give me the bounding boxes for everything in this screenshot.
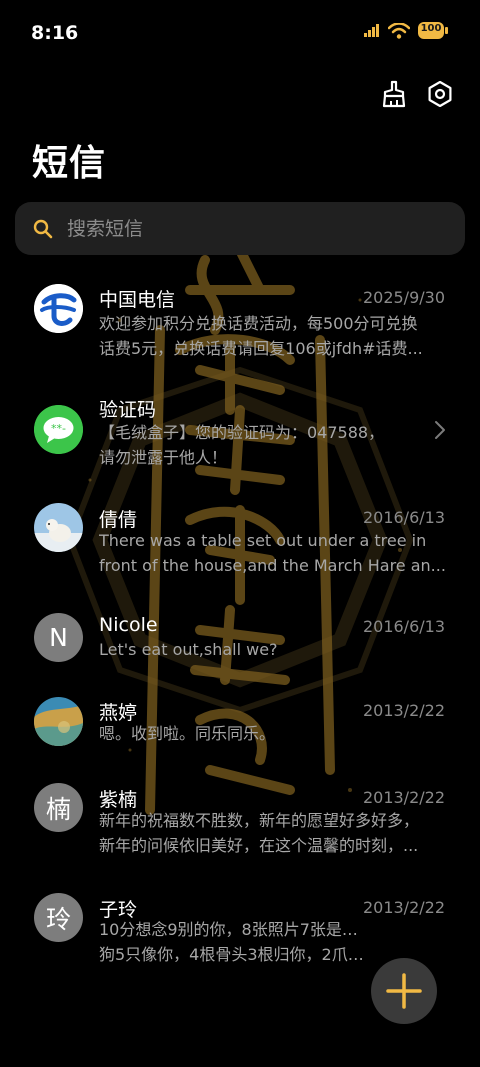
preview-line: 话费5元，兑换话费请回复106或jfdh#话费... (99, 339, 423, 358)
svg-text:**-: **- (51, 422, 66, 435)
preview-line: Let's eat out,shall we? (99, 640, 278, 659)
conversation-name: 验证码 (99, 399, 157, 421)
conversation-name: 中国电信 (99, 289, 176, 311)
conversation-item[interactable]: N Nicole 2016/6/13 Let's eat out,shall w… (0, 612, 480, 682)
gear-icon (428, 81, 452, 107)
landscape-photo (34, 697, 83, 746)
conversation-preview: Let's eat out,shall we? (99, 637, 446, 662)
conversation-date: 2016/6/13 (362, 508, 445, 527)
status-bar: 8:16 100 (0, 0, 480, 66)
search-input[interactable] (65, 216, 429, 241)
conversation-preview: 新年的祝福数不胜数，新年的愿望好多好多， 新年的问候依旧美好，在这个温馨的时刻，… (99, 808, 446, 858)
preview-line: 狗5只像你，4根骨头3根归你，2爪着地1定... (99, 945, 371, 964)
conversation-date: 2013/2/22 (362, 788, 445, 807)
conversation-preview: 【毛绒盒子】您的验证码为：047588， 请勿泄露于他人！ (99, 420, 446, 470)
clean-button[interactable] (380, 80, 408, 108)
conversation-preview: 10分想念9别的你，8张照片7张是你，6只小 狗5只像你，4根骨头3根归你，2爪… (99, 917, 371, 967)
conversation-date: 2025/9/30 (362, 288, 445, 307)
conversation-item[interactable]: 燕婷 2013/2/22 嗯。收到啦。同乐同乐。 (0, 696, 480, 766)
preview-line: 嗯。收到啦。同乐同乐。 (99, 724, 276, 743)
signal-icon (364, 24, 379, 37)
status-time: 8:16 (31, 22, 79, 44)
battery-icon: 100 (418, 22, 448, 39)
avatar: N (34, 613, 83, 662)
preview-line: front of the house,and the March Hare an… (99, 556, 446, 575)
conversation-date: 2013/2/22 (362, 898, 445, 917)
compose-button[interactable] (371, 958, 437, 1024)
conversation-date: 2013/2/22 (362, 701, 445, 720)
china-telecom-logo (34, 284, 83, 333)
preview-line: 新年的问候依旧美好，在这个温馨的时刻，... (99, 836, 419, 855)
wifi-icon (388, 22, 410, 39)
conversation-item[interactable]: 楠 紫楠 2013/2/22 新年的祝福数不胜数，新年的愿望好多好多， 新年的问… (0, 783, 480, 878)
conversation-item[interactable]: 倩倩 2016/6/13 There was a table set out u… (0, 500, 480, 595)
preview-line: 新年的祝福数不胜数，新年的愿望好多好多， (99, 811, 420, 830)
conversation-name: Nicole (99, 614, 158, 636)
preview-line: 10分想念9别的你，8张照片7张是你，6只小 (99, 920, 371, 939)
search-icon (33, 219, 53, 238)
preview-line: 【毛绒盒子】您的验证码为：047588， (99, 423, 385, 442)
search-bar[interactable] (15, 202, 465, 255)
conversation-item[interactable]: **- 验证码 【毛绒盒子】您的验证码为：047588， 请勿泄露于他人！ (0, 390, 480, 485)
conversation-preview: There was a table set out under a tree i… (99, 528, 446, 578)
preview-line: There was a table set out under a tree i… (99, 531, 427, 550)
preview-line: 欢迎参加积分兑换话费活动，每500分可兑换 (99, 314, 418, 333)
avatar: 楠 (34, 783, 83, 832)
preview-line: 请勿泄露于他人！ (99, 448, 228, 467)
settings-button[interactable] (426, 80, 454, 108)
conversation-item[interactable]: 中国电信 2025/9/30 欢迎参加积分兑换话费活动，每500分可兑换 话费5… (0, 280, 480, 375)
battery-level: 100 (420, 23, 442, 34)
avatar: 玲 (34, 893, 83, 942)
page-title: 短信 (32, 143, 107, 184)
broom-icon (382, 80, 406, 108)
conversation-preview: 嗯。收到啦。同乐同乐。 (99, 721, 446, 746)
status-icons: 100 (364, 22, 448, 39)
plus-icon (386, 973, 422, 1009)
conversation-preview: 欢迎参加积分兑换话费活动，每500分可兑换 话费5元，兑换话费请回复106或jf… (99, 311, 446, 361)
polar-bear-photo (34, 503, 83, 552)
header-actions (380, 80, 454, 108)
message-bubble-icon: **- (34, 405, 83, 454)
conversation-date: 2016/6/13 (362, 617, 445, 636)
